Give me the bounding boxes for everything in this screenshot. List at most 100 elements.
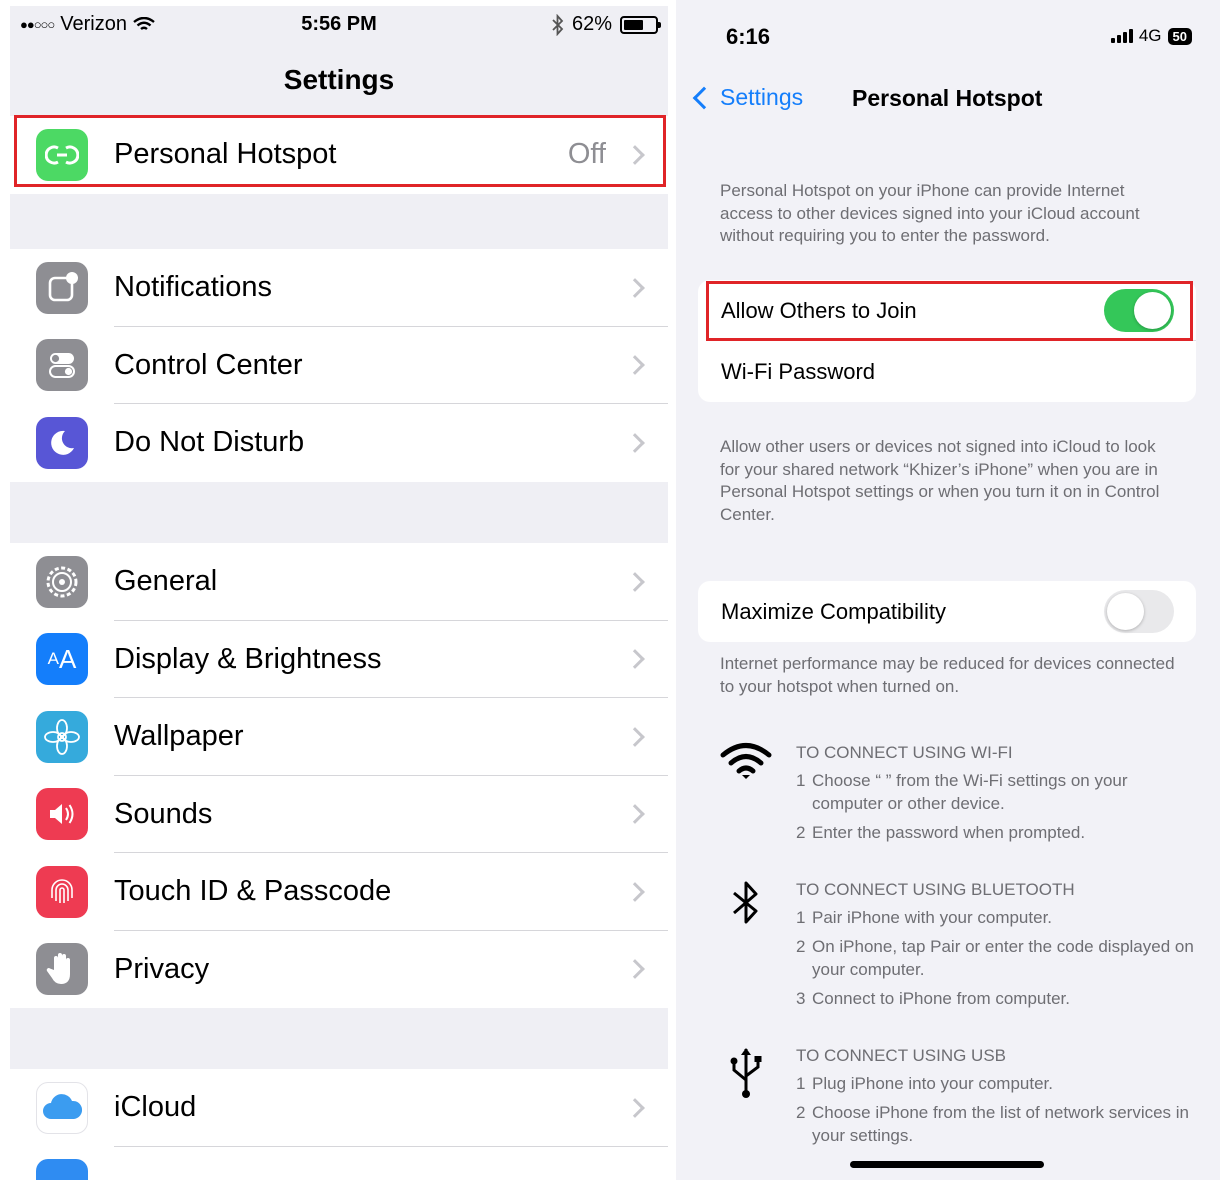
wifi-icon	[720, 743, 772, 779]
home-indicator[interactable]	[850, 1161, 1044, 1168]
app-store-icon	[36, 1159, 88, 1180]
wallpaper-row[interactable]: Wallpaper	[10, 698, 668, 776]
wifi-step: 2 Enter the password when prompted.	[796, 821, 1196, 844]
general-row[interactable]: General	[10, 543, 668, 621]
step-number: 2	[796, 1103, 806, 1122]
wifi-password-label: Wi-Fi Password	[721, 358, 876, 384]
wifi-step: 1 Choose “ ” from the Wi-Fi settings on y…	[796, 769, 1196, 815]
battery-icon: 50	[1167, 27, 1192, 45]
status-right: 4G 50	[1110, 26, 1192, 46]
step-text: Enter the password when prompted.	[812, 823, 1086, 842]
bluetooth-step: 1 Pair iPhone with your computer.	[796, 906, 1196, 929]
chevron-right-icon	[625, 432, 645, 453]
chevron-right-icon	[625, 1097, 645, 1118]
highlight-box	[706, 281, 1193, 341]
privacy-row[interactable]: Privacy	[10, 931, 668, 1009]
maximize-compatibility-label: Maximize Compatibility	[721, 598, 946, 624]
notifications-group: Notifications Control Center Do Not Dist…	[10, 249, 668, 482]
bluetooth-step: 2 On iPhone, tap Pair or enter the code d…	[796, 935, 1196, 981]
chevron-right-icon	[625, 726, 645, 747]
sounds-row[interactable]: Sounds	[10, 776, 668, 853]
step-number: 2	[796, 823, 806, 842]
step-number: 1	[796, 1074, 806, 1093]
hand-icon	[36, 943, 88, 996]
usb-heading: TO CONNECT USING USB	[796, 1046, 1007, 1065]
sounds-label: Sounds	[114, 797, 213, 830]
settings-screen: ●●○○○ Verizon 5:56 PM 62% Settings Perso…	[10, 6, 668, 1180]
bluetooth-instructions: TO CONNECT USING BLUETOOTH 1 Pair iPhone …	[796, 878, 1196, 1016]
battery-percent: 62%	[571, 13, 612, 35]
usb-icon	[730, 1048, 762, 1098]
back-button[interactable]: Settings	[690, 84, 803, 111]
general-label: General	[114, 565, 218, 598]
maximize-compatibility-row: Maximize Compatibility	[698, 581, 1196, 642]
moon-icon	[36, 416, 88, 469]
maximize-compatibility-toggle[interactable]	[1104, 590, 1174, 633]
general-group: General AA Display & Brightness Wallpape…	[10, 543, 668, 1008]
chevron-right-icon	[625, 881, 645, 902]
chevron-left-icon	[692, 86, 716, 109]
step-text: Connect to iPhone from computer.	[812, 989, 1070, 1008]
battery-icon	[620, 15, 661, 34]
step-number: 1	[796, 771, 806, 790]
chevron-right-icon	[625, 649, 645, 670]
wifi-password-row[interactable]: Wi-Fi Password	[698, 341, 1196, 402]
touch-id-passcode-row[interactable]: Touch ID & Passcode	[10, 853, 668, 931]
partially-visible-row[interactable]	[10, 1147, 668, 1180]
usb-step: 1 Plug iPhone into your computer.	[796, 1072, 1196, 1095]
step-text: Pair iPhone with your computer.	[812, 908, 1053, 927]
gear-icon	[36, 555, 88, 608]
icloud-label: iCloud	[114, 1091, 197, 1124]
touch-id-label: Touch ID & Passcode	[114, 875, 392, 908]
notifications-label: Notifications	[114, 271, 272, 304]
icloud-group: iCloud	[10, 1069, 668, 1180]
step-text: Plug iPhone into your computer.	[812, 1074, 1053, 1093]
wallpaper-label: Wallpaper	[114, 720, 244, 753]
step-text: Choose “ ” from the Wi-Fi settings on yo…	[812, 771, 1128, 813]
notifications-icon	[36, 261, 88, 314]
nav-title: Personal Hotspot	[852, 85, 1043, 111]
flower-icon	[36, 710, 88, 763]
control-center-icon	[36, 339, 88, 392]
status-time: 6:16	[726, 24, 771, 49]
bluetooth-icon	[733, 881, 758, 924]
control-center-row[interactable]: Control Center	[10, 327, 668, 404]
control-center-label: Control Center	[114, 348, 303, 381]
bluetooth-icon	[552, 13, 564, 36]
step-number: 2	[796, 937, 806, 956]
chevron-right-icon	[625, 804, 645, 825]
chevron-right-icon	[625, 571, 645, 592]
fingerprint-icon	[36, 865, 88, 918]
step-text: On iPhone, tap Pair or enter the code di…	[812, 937, 1194, 979]
step-number: 1	[796, 908, 806, 927]
page-title: Settings	[283, 64, 395, 95]
notifications-row[interactable]: Notifications	[10, 249, 668, 327]
intro-note: Personal Hotspot on your iPhone can prov…	[720, 181, 1140, 245]
chevron-right-icon	[625, 355, 645, 376]
display-brightness-row[interactable]: AA Display & Brightness	[10, 621, 668, 698]
status-right: 62%	[552, 13, 661, 36]
maximize-note: Internet performance may be reduced for …	[720, 654, 1175, 696]
back-label: Settings	[720, 84, 804, 110]
chevron-right-icon	[625, 959, 645, 980]
bluetooth-heading: TO CONNECT USING BLUETOOTH	[796, 880, 1075, 899]
step-number: 3	[796, 989, 806, 1008]
usb-instructions: TO CONNECT USING USB 1 Plug iPhone into y…	[796, 1044, 1196, 1153]
status-bar: ●●○○○ Verizon 5:56 PM 62%	[10, 6, 668, 46]
step-text: Choose iPhone from the list of network s…	[812, 1103, 1190, 1145]
compatibility-card: Maximize Compatibility	[698, 581, 1196, 642]
usb-step: 2 Choose iPhone from the list of network …	[796, 1101, 1196, 1147]
cloud-icon	[36, 1081, 88, 1134]
do-not-disturb-label: Do Not Disturb	[114, 426, 305, 459]
icloud-row[interactable]: iCloud	[10, 1069, 668, 1147]
personal-hotspot-screen: 6:16 4G 50 Settings Personal Hotspot Per…	[676, 0, 1220, 1180]
highlight-box	[14, 115, 666, 187]
privacy-label: Privacy	[114, 952, 210, 985]
cellular-signal-icon	[1110, 29, 1133, 43]
display-brightness-label: Display & Brightness	[114, 642, 382, 675]
wifi-heading: TO CONNECT USING WI-FI	[796, 743, 1013, 762]
wifi-instructions: TO CONNECT USING WI-FI 1 Choose “ ” from …	[796, 741, 1196, 850]
do-not-disturb-row[interactable]: Do Not Disturb	[10, 404, 668, 482]
network-type: 4G	[1138, 26, 1162, 45]
bluetooth-step: 3 Connect to iPhone from computer.	[796, 987, 1196, 1010]
